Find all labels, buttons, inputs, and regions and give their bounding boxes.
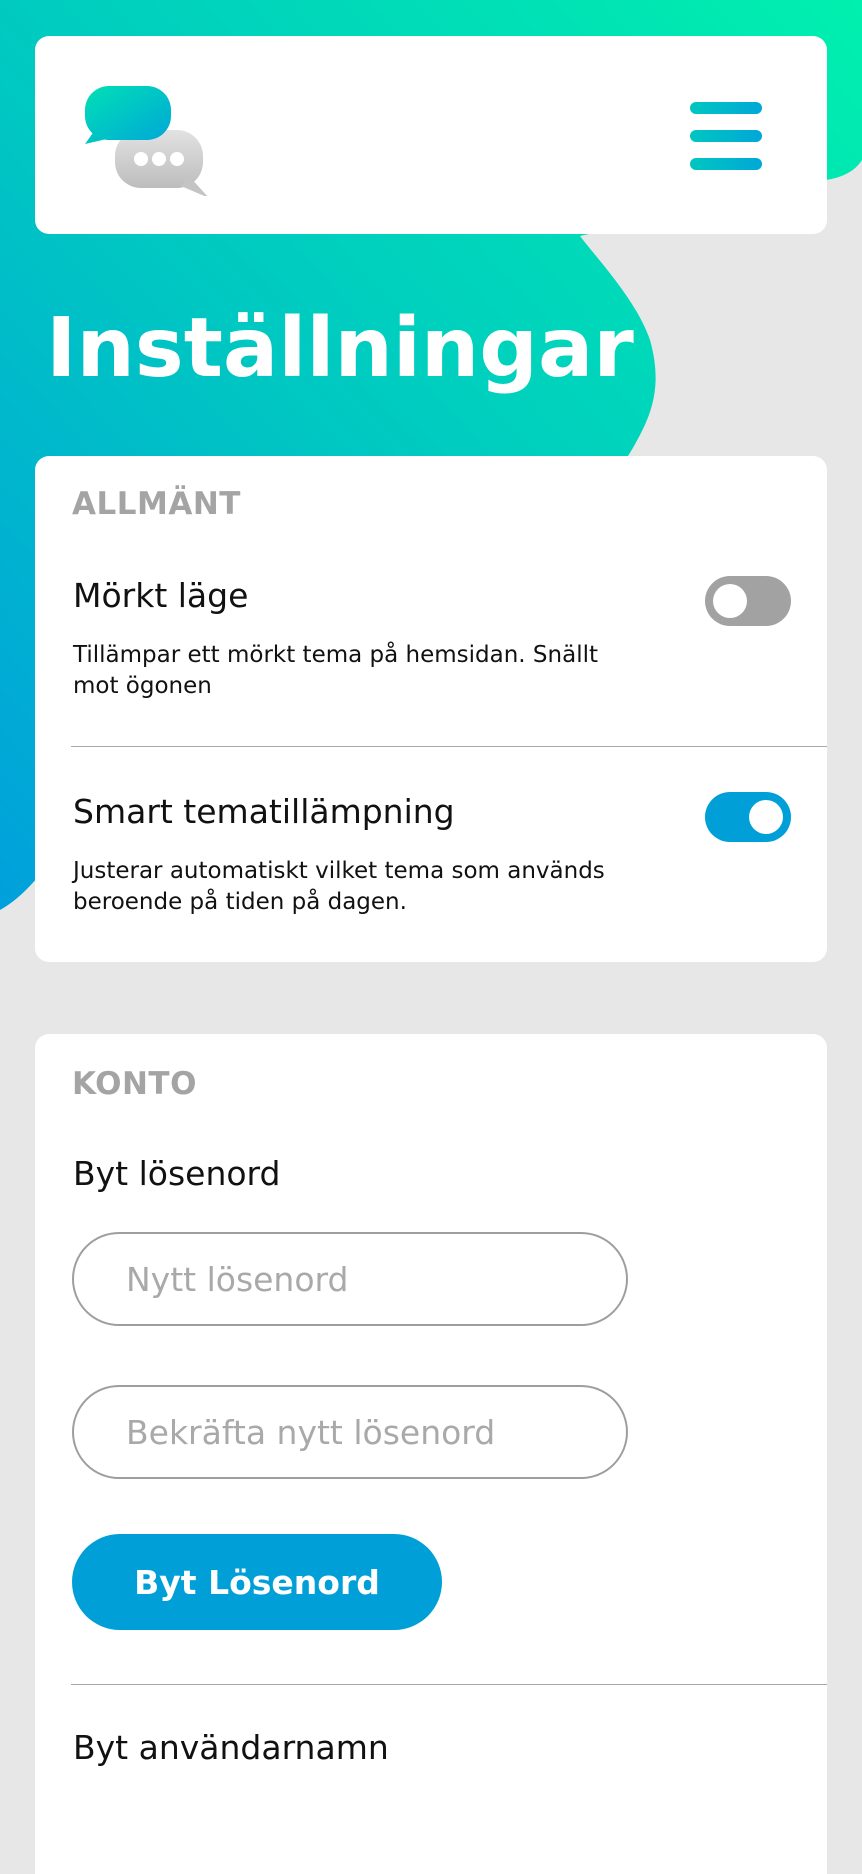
new-password-input[interactable] — [72, 1232, 628, 1326]
divider — [71, 746, 827, 747]
hamburger-menu-icon[interactable] — [690, 102, 762, 170]
smart-theme-toggle[interactable] — [705, 792, 791, 842]
account-section-label: KONTO — [72, 1066, 197, 1102]
account-settings-card: KONTO Byt lösenord Byt Lösenord Byt anvä… — [35, 1034, 827, 1874]
general-settings-card: ALLMÄNT Mörkt läge Tillämpar ett mörkt t… — [35, 456, 827, 962]
chat-bubbles-logo-icon[interactable] — [85, 86, 215, 196]
dark-mode-toggle[interactable] — [705, 576, 791, 626]
dark-mode-title: Mörkt läge — [73, 576, 249, 615]
page-title: Inställningar — [46, 301, 634, 396]
change-username-title[interactable]: Byt användarnamn — [73, 1728, 389, 1767]
header-card — [35, 36, 827, 234]
dark-mode-description: Tillämpar ett mörkt tema på hemsidan. Sn… — [73, 642, 599, 699]
toggle-knob — [749, 800, 783, 834]
confirm-password-input[interactable] — [72, 1385, 628, 1479]
toggle-knob — [713, 584, 747, 618]
change-password-button[interactable]: Byt Lösenord — [72, 1534, 442, 1630]
general-section-label: ALLMÄNT — [72, 486, 241, 522]
smart-theme-title: Smart tematillämpning — [73, 792, 455, 831]
smart-theme-description: Justerar automatiskt vilket tema som anv… — [73, 858, 605, 915]
divider — [71, 1684, 827, 1685]
change-password-title: Byt lösenord — [73, 1154, 281, 1193]
